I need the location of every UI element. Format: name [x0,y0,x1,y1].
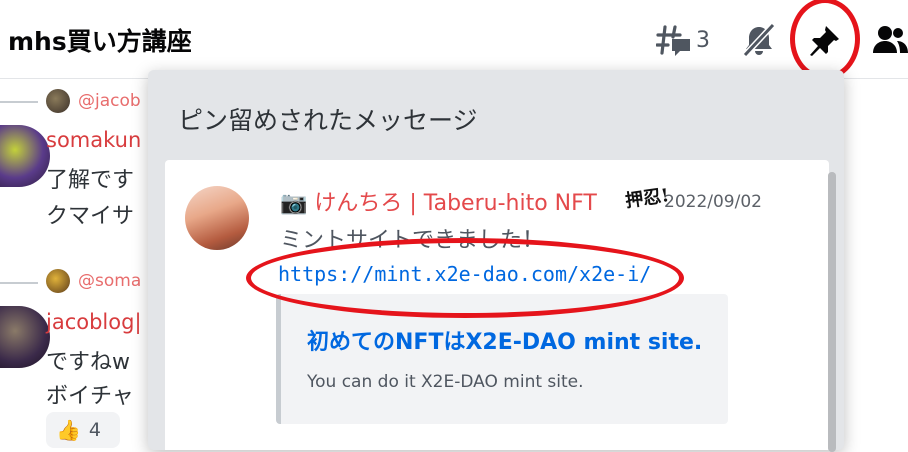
avatar[interactable] [185,186,249,250]
message-timestamp: 2022/09/02 [664,192,762,212]
message-line: 了解です [46,168,135,193]
reaction-count: 4 [88,419,101,441]
message-author[interactable]: jacoblog| [46,310,142,334]
threads-icon [656,25,690,56]
author-name: けんちろ | Taberu-hito NFT [314,191,597,216]
reaction-button[interactable]: 👍 4 [46,412,120,448]
embed-title[interactable]: 初めてのNFTはX2E-DAO mint site. [307,324,702,356]
member-list-button[interactable] [872,20,908,60]
avatar [46,89,70,113]
thread-count: 3 [696,27,710,53]
channel-title: mhs買い方講座 [8,27,192,56]
popout-title: ピン留めされたメッセージ [178,106,478,135]
avatar[interactable] [0,306,50,368]
message-author[interactable]: somakun [46,128,141,152]
reply-connector [0,101,38,103]
reply-connector [0,282,38,284]
members-icon [873,26,908,53]
message-author[interactable]: 📷 けんちろ | Taberu-hito NFT [280,185,597,217]
message-line: ですねw [46,350,130,375]
channel-header: mhs買い方講座 3 [0,0,908,80]
thumbs-up-icon: 👍 [56,418,81,442]
threads-button[interactable]: 3 [656,20,710,60]
scrollbar[interactable] [828,172,836,452]
message-line: クマイサ [46,204,135,229]
message-line: ボイチャ [46,384,134,409]
reply-author[interactable]: @soma [78,271,141,291]
annotation-circle-link [246,238,684,318]
notification-settings-button[interactable] [742,20,776,60]
bell-muted-icon [742,23,776,57]
scrollbar-thumb[interactable] [828,172,836,452]
avatar [46,269,70,293]
reply-author[interactable]: @jacob [78,91,141,111]
embed-description: You can do it X2E-DAO mint site. [307,372,584,392]
annotation-circle-pin [790,0,860,80]
camera-icon: 📷 [280,191,308,216]
avatar[interactable] [0,125,50,187]
